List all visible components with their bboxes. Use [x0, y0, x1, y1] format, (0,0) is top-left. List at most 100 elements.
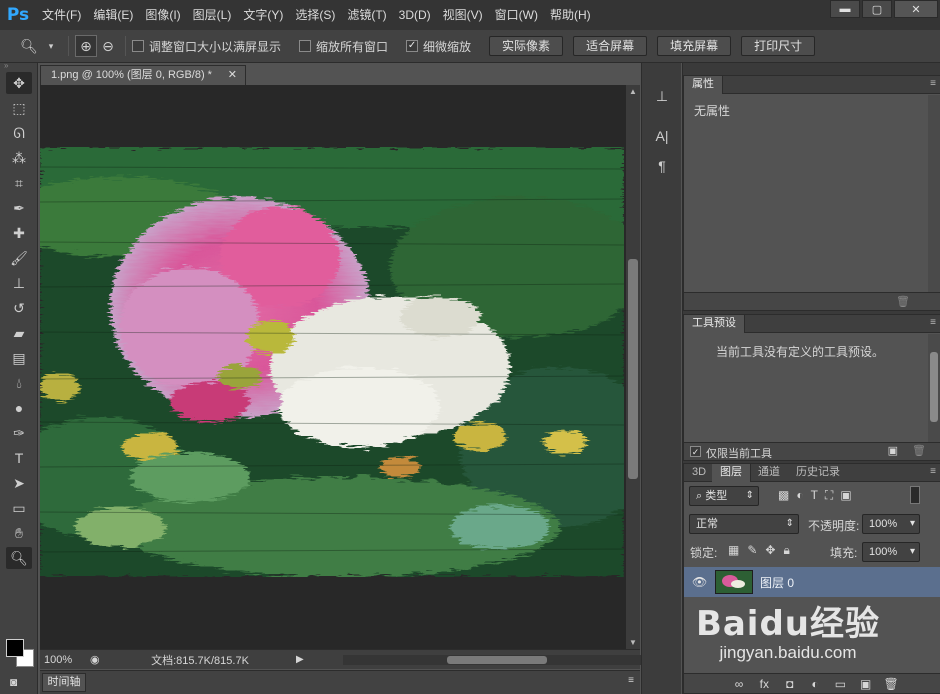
quick-select-tool-icon[interactable]: ⁂: [6, 147, 32, 169]
path-select-tool-icon[interactable]: ➤: [6, 472, 32, 494]
quick-mask-icon[interactable]: ◙: [10, 675, 17, 689]
history-brush-tool-icon[interactable]: ↺: [6, 297, 32, 319]
close-button[interactable]: ✕: [894, 0, 938, 18]
status-menu-arrow-icon[interactable]: ▶: [296, 654, 304, 665]
chevron-down-icon[interactable]: ▾: [40, 35, 62, 57]
menu-edit[interactable]: 编辑(E): [87, 0, 139, 30]
document-image[interactable]: [40, 147, 624, 577]
zoom-tool-icon[interactable]: 🔍︎: [6, 547, 32, 569]
marquee-tool-icon[interactable]: ⬚: [6, 97, 32, 119]
document-tab[interactable]: 1.png @ 100% (图层 0, RGB/8) * ✕: [40, 65, 246, 85]
collapse-icon[interactable]: »: [0, 62, 37, 70]
scroll-up-icon[interactable]: ▲: [629, 87, 637, 96]
tab-tool-presets[interactable]: 工具预设: [684, 315, 745, 333]
trash-icon[interactable]: 🗑︎: [896, 295, 910, 308]
layer-style-icon[interactable]: fx: [753, 677, 775, 691]
fill-field[interactable]: 100% ▾: [862, 542, 920, 562]
filter-toggle[interactable]: [910, 486, 920, 504]
checkbox-box[interactable]: [132, 40, 144, 52]
fill-screen-button[interactable]: 填充屏幕: [657, 36, 732, 56]
panel-menu-icon[interactable]: ≡: [628, 675, 634, 686]
menu-window[interactable]: 窗口(W): [489, 0, 544, 30]
close-icon[interactable]: ✕: [228, 66, 237, 85]
vertical-scrollbar[interactable]: ▲ ▼: [626, 85, 640, 649]
adjustment-layer-icon[interactable]: ◐: [804, 677, 826, 691]
menu-view[interactable]: 视图(V): [437, 0, 489, 30]
menu-help[interactable]: 帮助(H): [544, 0, 597, 30]
scrubby-zoom-checkbox[interactable]: ✓ 细微缩放: [406, 38, 471, 55]
scroll-thumb[interactable]: [930, 352, 938, 422]
character-icon[interactable]: A|: [648, 123, 676, 149]
actual-pixels-button[interactable]: 实际像素: [489, 36, 564, 56]
blur-tool-icon[interactable]: 💧︎: [6, 372, 32, 394]
hand-tool-icon[interactable]: ✋︎: [6, 522, 32, 544]
menu-image[interactable]: 图像(I): [139, 0, 186, 30]
lasso-tool-icon[interactable]: ᘏ: [6, 122, 32, 144]
zoom-level[interactable]: 100%: [40, 654, 90, 666]
layer-row[interactable]: 👁︎ 图层 0: [684, 567, 940, 597]
clone-stamp-tool-icon[interactable]: ⊥: [6, 272, 32, 294]
status-icon[interactable]: ◉: [90, 653, 104, 666]
canvas-area[interactable]: [40, 85, 626, 649]
panel-scrollbar[interactable]: [928, 334, 940, 442]
brush-tool-icon[interactable]: 🖌︎: [6, 247, 32, 269]
tab-3d[interactable]: 3D: [684, 464, 714, 482]
trash-icon[interactable]: 🗑︎: [912, 444, 926, 457]
menu-layer[interactable]: 图层(L): [187, 0, 238, 30]
new-preset-icon[interactable]: ▣: [888, 444, 898, 457]
pen-tool-icon[interactable]: ✑: [6, 422, 32, 444]
eye-icon[interactable]: 👁︎: [692, 575, 707, 589]
zoom-tool-icon[interactable]: 🔍︎: [18, 35, 40, 57]
tab-history[interactable]: 历史记录: [788, 464, 848, 482]
print-size-button[interactable]: 打印尺寸: [741, 36, 816, 56]
zoom-in-icon[interactable]: ⊕: [75, 35, 97, 57]
layer-filter-select[interactable]: ⌕ 类型 ⇕: [689, 486, 759, 506]
panel-menu-icon[interactable]: ≡: [930, 317, 936, 328]
crop-tool-icon[interactable]: ⌗: [6, 172, 32, 194]
eyedropper-tool-icon[interactable]: ✒: [6, 197, 32, 219]
panel-menu-icon[interactable]: ≡: [930, 78, 936, 89]
gradient-tool-icon[interactable]: ▤: [6, 347, 32, 369]
horizontal-scrollbar[interactable]: [343, 655, 663, 665]
resize-windows-checkbox[interactable]: 调整窗口大小以满屏显示: [132, 38, 281, 55]
new-group-icon[interactable]: ▭: [829, 677, 851, 691]
menu-filter[interactable]: 滤镜(T): [341, 0, 392, 30]
tab-properties[interactable]: 属性: [684, 76, 723, 94]
layer-filter-icons[interactable]: ▩◐T⛶▣: [778, 488, 859, 503]
panel-scrollbar[interactable]: [928, 95, 940, 295]
vertical-scroll-thumb[interactable]: [628, 259, 638, 479]
zoom-out-icon[interactable]: ⊖: [97, 35, 119, 57]
horizontal-scroll-thumb[interactable]: [447, 656, 547, 664]
type-tool-icon[interactable]: T: [6, 447, 32, 469]
rectangle-tool-icon[interactable]: ▭: [6, 497, 32, 519]
healing-brush-tool-icon[interactable]: ✚: [6, 222, 32, 244]
tab-layers[interactable]: 图层: [712, 464, 751, 482]
foreground-color[interactable]: [6, 639, 24, 657]
timeline-tab[interactable]: 时间轴: [42, 673, 86, 692]
eraser-tool-icon[interactable]: ▰: [6, 322, 32, 344]
menu-3d[interactable]: 3D(D): [393, 0, 437, 30]
menu-file[interactable]: 文件(F): [36, 0, 87, 30]
dodge-tool-icon[interactable]: ●: [6, 397, 32, 419]
tab-channels[interactable]: 通道: [750, 464, 788, 482]
current-tool-only-checkbox[interactable]: ✓: [690, 446, 701, 457]
checkbox-box-checked[interactable]: ✓: [406, 40, 419, 52]
move-tool-icon[interactable]: ✥: [6, 72, 32, 94]
link-layers-icon[interactable]: ∞: [728, 677, 750, 691]
restore-button[interactable]: ▢: [862, 0, 892, 18]
zoom-all-checkbox[interactable]: 缩放所有窗口: [299, 38, 388, 55]
menu-select[interactable]: 选择(S): [289, 0, 341, 30]
menu-type[interactable]: 文字(Y): [237, 0, 289, 30]
color-swatches[interactable]: [4, 635, 34, 669]
checkbox-box[interactable]: [299, 40, 312, 52]
fit-screen-button[interactable]: 适合屏幕: [573, 36, 648, 56]
paragraph-icon[interactable]: ¶: [648, 153, 676, 179]
layer-name[interactable]: 图层 0: [760, 574, 794, 591]
new-layer-icon[interactable]: ▣: [855, 677, 877, 691]
panel-menu-icon[interactable]: ≡: [930, 466, 936, 477]
scroll-down-icon[interactable]: ▼: [629, 638, 637, 647]
stamp-icon[interactable]: ⊥: [648, 83, 676, 109]
trash-icon[interactable]: 🗑: [880, 677, 902, 691]
add-mask-icon[interactable]: ◘: [779, 677, 801, 691]
minimize-button[interactable]: ▬: [830, 0, 860, 18]
